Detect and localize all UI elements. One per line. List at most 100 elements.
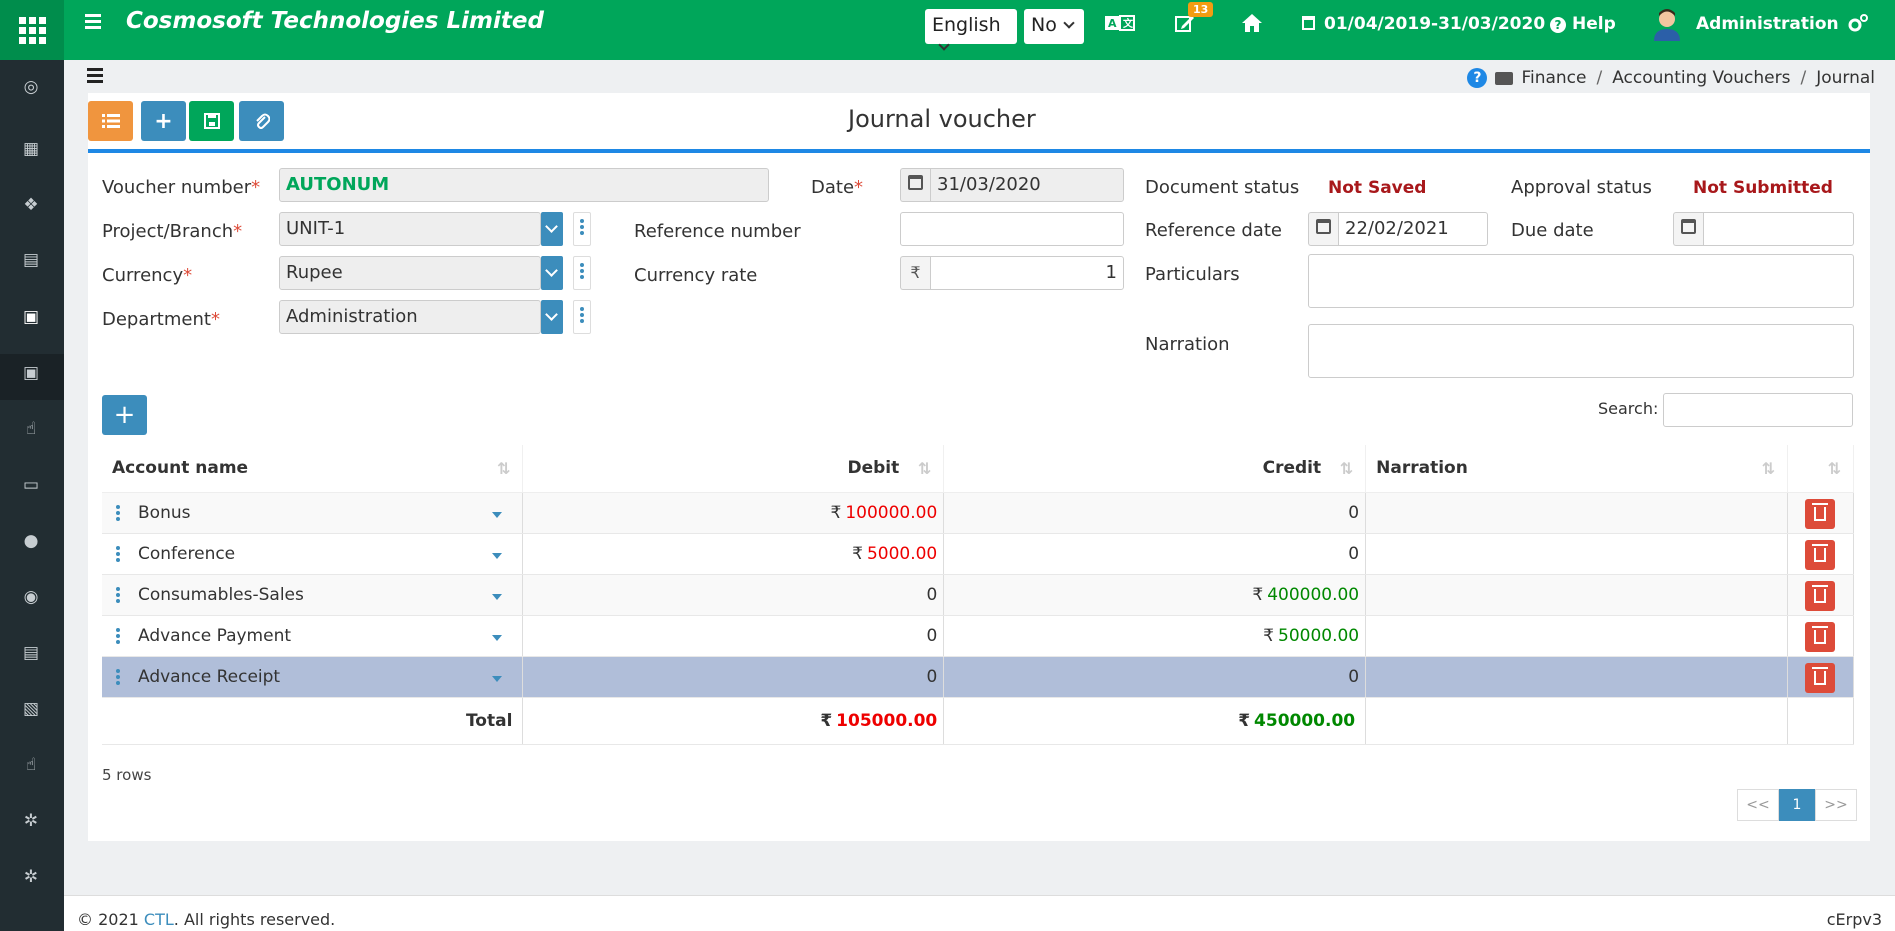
- project-branch-select[interactable]: UNIT-1: [279, 212, 541, 246]
- narration-cell[interactable]: [1365, 492, 1788, 534]
- debit-cell[interactable]: 0: [522, 574, 945, 616]
- table-row[interactable]: Advance Payment 0 ₹50000.00: [102, 615, 1855, 657]
- menu-toggle-icon[interactable]: [85, 14, 101, 32]
- table-row[interactable]: Conference ₹5000.00 0: [102, 533, 1855, 575]
- credit-cell[interactable]: ₹50000.00: [943, 615, 1367, 657]
- caret-down-icon[interactable]: [492, 675, 503, 682]
- table-row[interactable]: Consumables-Sales 0 ₹400000.00: [102, 574, 1855, 616]
- document-icon[interactable]: ▤: [20, 251, 42, 269]
- date-calendar-icon[interactable]: [900, 168, 930, 202]
- account-cell[interactable]: Bonus: [102, 492, 524, 534]
- user-avatar[interactable]: [1652, 7, 1682, 41]
- user-name[interactable]: Administration: [1696, 14, 1839, 34]
- debit-cell[interactable]: ₹100000.00: [522, 492, 945, 534]
- table-row-selected[interactable]: Advance Receipt 0 0: [102, 656, 1855, 698]
- file-text-icon[interactable]: ▤: [20, 644, 42, 662]
- currency-select[interactable]: Rupee: [279, 256, 541, 290]
- settings-gear-icon[interactable]: [1846, 12, 1870, 39]
- reference-date-calendar-icon[interactable]: [1308, 212, 1338, 246]
- pager-page-1[interactable]: 1: [1779, 789, 1815, 821]
- column-header-actions[interactable]: ⇅: [1787, 445, 1855, 493]
- financial-period[interactable]: 01/04/2019-31/03/2020: [1302, 14, 1545, 34]
- caret-down-icon[interactable]: [492, 552, 503, 559]
- account-cell[interactable]: Conference: [102, 533, 524, 575]
- pager-prev[interactable]: <<: [1737, 789, 1779, 821]
- column-header-account-name[interactable]: Account name ⇅: [102, 445, 524, 493]
- calendar-icon[interactable]: ▦: [20, 140, 42, 158]
- dashboard-icon[interactable]: ◎: [20, 78, 42, 96]
- delete-row-button[interactable]: [1804, 539, 1835, 570]
- edit-notes-icon[interactable]: [1174, 13, 1196, 40]
- cash-icon[interactable]: ▣: [20, 364, 42, 382]
- piggy-bank-icon[interactable]: ●: [20, 532, 42, 550]
- delete-row-button[interactable]: [1804, 662, 1835, 693]
- delete-row-button[interactable]: [1804, 580, 1835, 611]
- add-row-button[interactable]: +: [102, 395, 147, 435]
- cubes-icon[interactable]: ❖: [20, 196, 42, 214]
- attach-button[interactable]: [239, 101, 284, 141]
- department-options-button[interactable]: [573, 300, 591, 334]
- narration-cell[interactable]: [1365, 574, 1788, 616]
- credit-cell[interactable]: 0: [943, 656, 1367, 698]
- company-link[interactable]: CTL: [144, 910, 174, 929]
- table-row[interactable]: Bonus ₹100000.00 0: [102, 492, 1855, 534]
- narration-cell[interactable]: [1365, 656, 1788, 698]
- particulars-textarea[interactable]: [1308, 254, 1854, 308]
- column-header-debit[interactable]: Debit ⇅: [522, 445, 945, 493]
- cogs-icon[interactable]: ✲: [20, 868, 42, 886]
- narration-cell[interactable]: [1365, 615, 1788, 657]
- account-cell[interactable]: Advance Receipt: [102, 656, 524, 698]
- option-select[interactable]: No: [1024, 9, 1084, 44]
- credit-cell[interactable]: ₹400000.00: [943, 574, 1367, 616]
- breadcrumb-finance[interactable]: Finance: [1521, 68, 1586, 88]
- language-select[interactable]: English: [925, 9, 1017, 51]
- voucher-number-field[interactable]: AUTONUM: [279, 168, 769, 202]
- credit-cell[interactable]: 0: [943, 533, 1367, 575]
- debit-cell[interactable]: 0: [522, 615, 945, 657]
- department-dropdown-icon[interactable]: [541, 300, 563, 334]
- help-circle-icon[interactable]: ?: [1467, 68, 1488, 88]
- project-dropdown-icon[interactable]: [541, 212, 563, 246]
- translate-icon[interactable]: A文: [1104, 13, 1136, 40]
- account-cell[interactable]: Advance Payment: [102, 615, 524, 657]
- save-button[interactable]: [189, 101, 234, 141]
- caret-down-icon[interactable]: [492, 593, 503, 600]
- project-options-button[interactable]: [573, 212, 591, 246]
- debit-cell[interactable]: 0: [522, 656, 945, 698]
- help-link[interactable]: ? Help: [1550, 14, 1616, 34]
- content-menu-icon[interactable]: [87, 68, 103, 86]
- apps-grid-button[interactable]: [0, 0, 64, 60]
- narration-cell[interactable]: [1365, 533, 1788, 575]
- caret-down-icon[interactable]: [492, 511, 503, 518]
- date-field[interactable]: 31/03/2020: [930, 168, 1124, 202]
- caret-down-icon[interactable]: [492, 634, 503, 641]
- delete-row-button[interactable]: [1804, 621, 1835, 652]
- credit-card-icon[interactable]: ▭: [20, 476, 42, 494]
- department-select[interactable]: Administration: [279, 300, 541, 334]
- money-icon[interactable]: ▣: [20, 308, 42, 326]
- debit-cell[interactable]: ₹5000.00: [522, 533, 945, 575]
- hand-money-icon[interactable]: ☝: [20, 756, 42, 774]
- currency-options-button[interactable]: [573, 256, 591, 290]
- due-date-calendar-icon[interactable]: [1673, 212, 1703, 246]
- due-date-field[interactable]: [1703, 212, 1854, 246]
- excel-file-icon[interactable]: ▧: [20, 700, 42, 718]
- eye-icon[interactable]: ◉: [20, 588, 42, 606]
- pager-next[interactable]: >>: [1815, 789, 1857, 821]
- column-header-narration[interactable]: Narration ⇅: [1365, 445, 1788, 493]
- hand-coin-icon[interactable]: ☝: [20, 420, 42, 438]
- home-icon[interactable]: [1240, 12, 1264, 39]
- currency-dropdown-icon[interactable]: [541, 256, 563, 290]
- breadcrumb-accounting-vouchers[interactable]: Accounting Vouchers: [1612, 68, 1790, 88]
- reference-number-input[interactable]: [900, 212, 1124, 246]
- column-header-credit[interactable]: Credit ⇅: [943, 445, 1367, 493]
- gears-icon[interactable]: ✲: [20, 812, 42, 830]
- reference-date-field[interactable]: 22/02/2021: [1338, 212, 1488, 246]
- new-button[interactable]: +: [141, 101, 186, 141]
- search-input[interactable]: [1663, 393, 1853, 427]
- list-button[interactable]: [88, 101, 133, 141]
- delete-row-button[interactable]: [1804, 498, 1835, 529]
- credit-cell[interactable]: 0: [943, 492, 1367, 534]
- narration-textarea[interactable]: [1308, 324, 1854, 378]
- account-cell[interactable]: Consumables-Sales: [102, 574, 524, 616]
